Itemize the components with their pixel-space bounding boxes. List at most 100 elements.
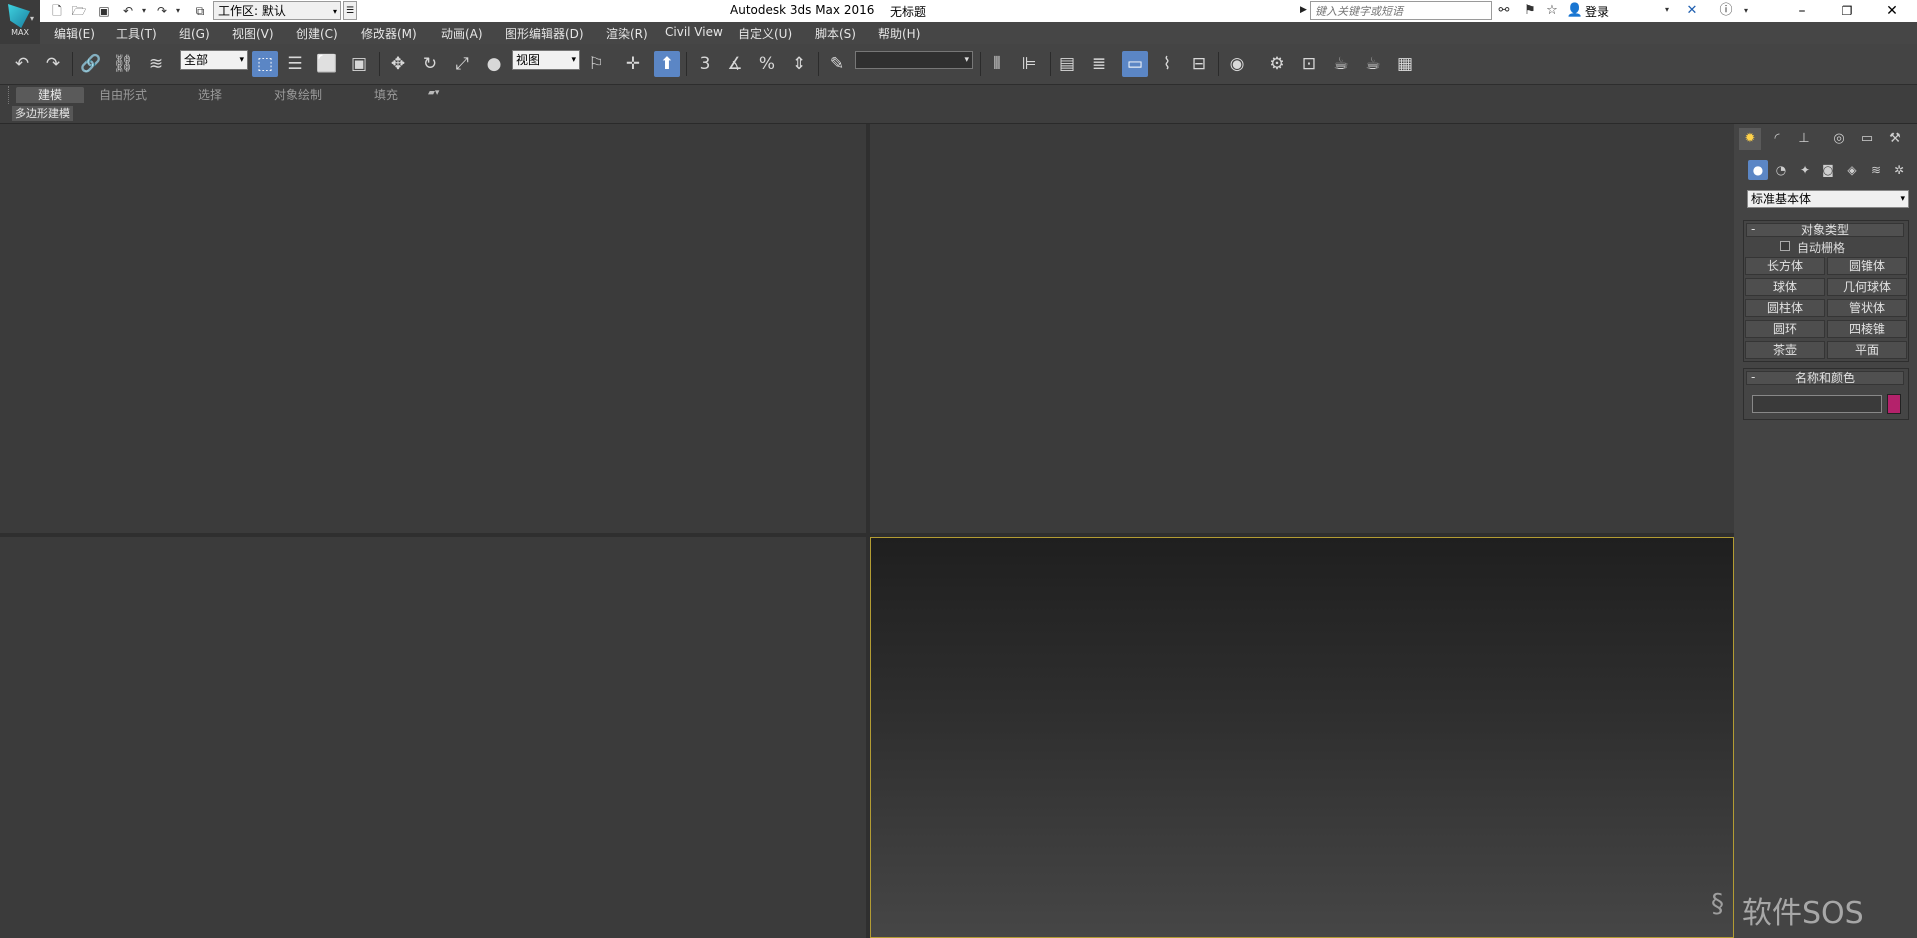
search-expand-icon[interactable]: ▶ (1300, 5, 1307, 15)
ribbon-grip[interactable] (8, 86, 12, 104)
a360-render-icon[interactable]: ▦ (1392, 51, 1418, 77)
render-iterative-icon[interactable]: ☕ (1360, 51, 1386, 77)
object-name-input[interactable] (1752, 395, 1882, 413)
lights-icon[interactable]: ✦ (1795, 160, 1815, 180)
modify-tab-icon[interactable]: ◜ (1766, 128, 1788, 150)
communication-center-icon[interactable]: ⚑ (1521, 2, 1539, 20)
viewport-left[interactable] (0, 537, 866, 938)
menu-customize[interactable]: 自定义(U) (738, 25, 792, 42)
ribbon-tab-object-paint[interactable]: 对象绘制 (262, 87, 334, 103)
box-button[interactable]: 长方体 (1745, 257, 1825, 275)
keyboard-shortcut-override-icon[interactable]: ⬆ (654, 51, 680, 77)
open-file-icon[interactable]: 🗁 (71, 3, 87, 19)
infocenter-search-input[interactable]: 键入关键字或短语 (1310, 1, 1492, 20)
hierarchy-tab-icon[interactable]: ⊥ (1793, 128, 1815, 150)
viewport-top[interactable] (0, 124, 866, 533)
undo-icon[interactable]: ↶ (120, 3, 136, 19)
menu-graph-editors[interactable]: 图形编辑器(D) (505, 25, 584, 42)
undo-icon[interactable]: ↶ (9, 51, 35, 77)
teapot-button[interactable]: 茶壶 (1745, 341, 1825, 359)
workspace-dropdown[interactable]: 工作区: 默认 ▾ (213, 1, 341, 20)
percent-snap-icon[interactable]: % (754, 51, 780, 77)
menu-civil-view[interactable]: Civil View (665, 25, 723, 39)
render-setup-icon[interactable]: ⚙ (1264, 51, 1290, 77)
ribbon-tab-selection[interactable]: 选择 (180, 87, 240, 103)
user-icon[interactable]: 👤 (1566, 2, 1584, 20)
pyramid-button[interactable]: 四棱锥 (1827, 320, 1907, 338)
redo-dropdown-icon[interactable]: ▾ (170, 3, 186, 19)
menu-group[interactable]: 组(G) (179, 25, 210, 42)
new-file-icon[interactable]: 🗋 (49, 3, 65, 19)
binoculars-icon[interactable]: ⚯ (1495, 2, 1513, 20)
reference-coordinate-dropdown[interactable]: 视图 ▾ (512, 50, 580, 70)
utilities-tab-icon[interactable]: ⚒ (1884, 128, 1906, 150)
object-color-swatch[interactable] (1887, 394, 1901, 414)
unlink-selection-icon[interactable]: ⛓ (110, 51, 136, 77)
rectangular-selection-icon[interactable]: ⬜ (314, 51, 340, 77)
menu-rendering[interactable]: 渲染(R) (606, 25, 648, 42)
geosphere-button[interactable]: 几何球体 (1827, 278, 1907, 296)
systems-icon[interactable]: ✲ (1889, 160, 1909, 180)
shapes-icon[interactable]: ◔ (1771, 160, 1791, 180)
menu-views[interactable]: 视图(V) (232, 25, 274, 42)
chevron-down-icon[interactable]: ▾ (1737, 2, 1755, 20)
project-folder-icon[interactable]: ⧉ (192, 3, 208, 19)
autogrid-checkbox[interactable] (1780, 241, 1790, 251)
name-and-color-rollout-header[interactable]: - 名称和颜色 (1746, 370, 1904, 385)
select-and-place-icon[interactable]: ● (481, 51, 507, 77)
select-object-icon[interactable]: ⬚ (252, 51, 278, 77)
menu-animation[interactable]: 动画(A) (441, 25, 483, 42)
exchange-apps-icon[interactable]: ✕ (1683, 2, 1701, 20)
save-icon[interactable]: ▣ (96, 3, 112, 19)
chevron-down-icon[interactable]: ▾ (1665, 5, 1669, 14)
cone-button[interactable]: 圆锥体 (1827, 257, 1907, 275)
login-link[interactable]: 登录 (1585, 3, 1609, 20)
spinner-snap-icon[interactable]: ⇕ (786, 51, 812, 77)
edit-named-selection-icon[interactable]: ✎ (824, 51, 850, 77)
select-and-rotate-icon[interactable]: ↻ (417, 51, 443, 77)
ribbon-options-icon[interactable]: ▰▾ (428, 88, 439, 98)
named-selection-sets-dropdown[interactable]: ▾ (855, 51, 973, 69)
menu-modifiers[interactable]: 修改器(M) (361, 25, 417, 42)
angle-snap-icon[interactable]: ∡ (722, 51, 748, 77)
mirror-icon[interactable]: ⫴ (984, 51, 1010, 77)
sphere-button[interactable]: 球体 (1745, 278, 1825, 296)
select-and-link-icon[interactable]: 🔗 (78, 51, 104, 77)
object-type-rollout-header[interactable]: - 对象类型 (1746, 222, 1904, 237)
close-button[interactable]: ✕ (1870, 0, 1914, 22)
toggle-ribbon-icon[interactable]: ▭ (1122, 51, 1148, 77)
rendered-frame-window-icon[interactable]: ⊡ (1296, 51, 1322, 77)
display-tab-icon[interactable]: ▭ (1856, 128, 1878, 150)
favorites-star-icon[interactable]: ☆ (1543, 2, 1561, 20)
pivot-center-icon[interactable]: ⚐ (583, 51, 609, 77)
window-crossing-icon[interactable]: ▣ (346, 51, 372, 77)
menu-create[interactable]: 创建(C) (296, 25, 338, 42)
cylinder-button[interactable]: 圆柱体 (1745, 299, 1825, 317)
select-by-name-icon[interactable]: ☰ (282, 51, 308, 77)
menu-tools[interactable]: 工具(T) (116, 25, 157, 42)
app-menu-button[interactable]: MAX ▾ (0, 0, 40, 44)
ribbon-tab-populate[interactable]: 填充 (358, 87, 414, 103)
menu-help[interactable]: 帮助(H) (878, 25, 920, 42)
scene-explorer-icon[interactable]: ▤ (1054, 51, 1080, 77)
plane-button[interactable]: 平面 (1827, 341, 1907, 359)
layer-explorer-icon[interactable]: ≣ (1086, 51, 1112, 77)
redo-icon[interactable]: ↷ (40, 51, 66, 77)
render-production-icon[interactable]: ☕ (1328, 51, 1354, 77)
motion-tab-icon[interactable]: ◎ (1828, 128, 1850, 150)
object-category-dropdown[interactable]: 标准基本体 ▾ (1747, 190, 1909, 208)
select-and-scale-icon[interactable]: ⤢ (449, 51, 475, 77)
geometry-icon[interactable]: ● (1748, 160, 1768, 180)
material-editor-icon[interactable]: ◉ (1224, 51, 1250, 77)
align-icon[interactable]: ⊫ (1016, 51, 1042, 77)
viewport-vertical-splitter[interactable] (866, 124, 870, 938)
help-icon[interactable]: ⓘ (1717, 2, 1735, 20)
tube-button[interactable]: 管状体 (1827, 299, 1907, 317)
viewport-horizontal-splitter[interactable] (0, 533, 1734, 537)
menu-scripting[interactable]: 脚本(S) (815, 25, 856, 42)
select-and-move-icon[interactable]: ✥ (385, 51, 411, 77)
bind-to-space-warp-icon[interactable]: ≋ (143, 51, 169, 77)
ribbon-tab-modeling[interactable]: 建模 (16, 87, 84, 103)
undo-dropdown-icon[interactable]: ▾ (136, 3, 152, 19)
schematic-view-icon[interactable]: ⊟ (1186, 51, 1212, 77)
